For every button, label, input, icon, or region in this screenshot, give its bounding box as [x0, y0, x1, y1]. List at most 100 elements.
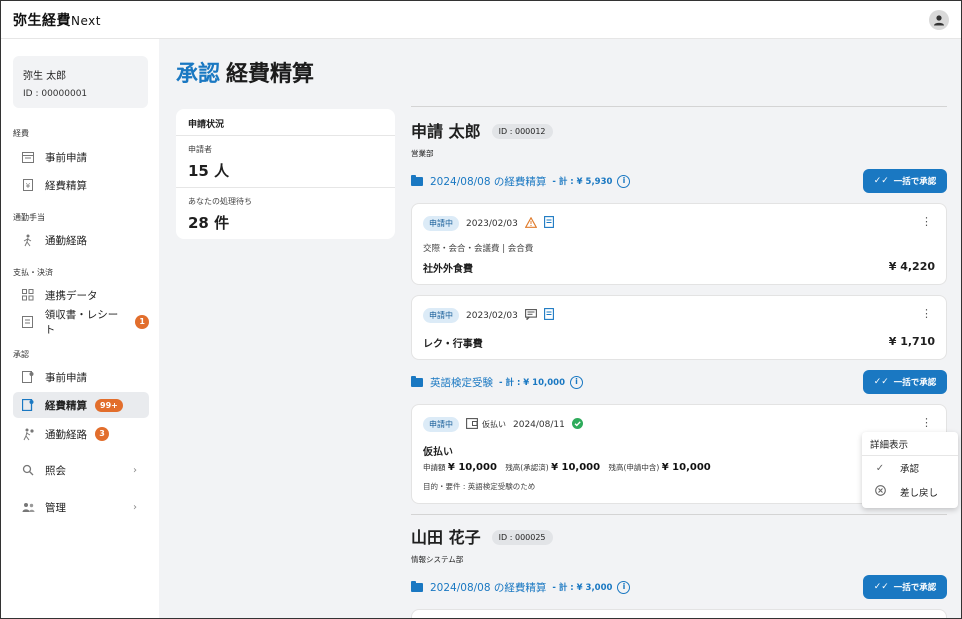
status-card-header: 申請状況: [176, 109, 395, 136]
approval-expense-badge: 99+: [95, 398, 123, 412]
kebab-menu-icon[interactable]: ⋮: [921, 308, 932, 319]
card-category: 交際・会合・会議費 | 会合費: [423, 244, 534, 254]
pending-balance-label: 残高(申請中含): [608, 463, 660, 472]
applicants-label: 申請者: [188, 145, 212, 154]
application-status-card: 申請状況 申請者 15 人 あなたの処理待ち 28 件: [176, 109, 395, 239]
info-icon[interactable]: i: [617, 580, 631, 594]
sidebar-item-label: 経費精算: [45, 179, 87, 192]
receipt-icon: [21, 315, 35, 329]
double-check-icon: ✓✓: [873, 582, 889, 592]
section-label-expense: 経費: [13, 129, 29, 138]
pending-value: 28 件: [188, 214, 230, 232]
requested-label: 申請額: [423, 463, 446, 472]
comment-icon: [524, 308, 537, 323]
user-name: 弥生 太郎: [23, 71, 67, 82]
document-yen-icon: ¥: [21, 178, 35, 192]
wallet-icon: [466, 417, 478, 432]
logo-main: 弥生経費: [13, 12, 71, 29]
menu-item-label: 承認: [900, 464, 920, 475]
section-label-payment: 支払・決済: [13, 268, 53, 277]
expense-card[interactable]: 申請中 2023/02/03 ⋮ レク・行事費 ¥ 1,710: [411, 295, 947, 360]
group-title[interactable]: 2024/08/08 の経費精算: [430, 174, 546, 189]
sidebar-item-pre-application[interactable]: 事前申請: [13, 144, 149, 170]
sidebar-item-label: 通勤経路: [45, 234, 87, 247]
bulk-approve-button[interactable]: ✓✓ 一括で承認: [863, 169, 947, 193]
person-name: 申請 太郎: [411, 122, 481, 141]
status-pending: あなたの処理待ち 28 件: [176, 187, 395, 238]
user-id: ID : 00000001: [23, 89, 88, 99]
sidebar-item-commute-route[interactable]: 通勤経路: [13, 227, 149, 253]
group-total: - 計 : ¥ 10,000: [499, 378, 565, 388]
approval-commute-badge: 3: [95, 427, 109, 441]
sidebar-item-inquiry[interactable]: 照会 ›: [13, 457, 149, 483]
person-name: 山田 花子: [411, 528, 481, 547]
sidebar-item-label: 事前申請: [45, 371, 87, 384]
menu-item-detail[interactable]: 詳細表示: [862, 432, 958, 456]
group-title[interactable]: 英語検定受験: [430, 375, 493, 390]
bulk-approve-button[interactable]: ✓✓ 一括で承認: [863, 575, 947, 599]
sidebar-item-label: 連携データ: [45, 289, 98, 302]
app-window: 弥生経費Next 弥生 太郎 ID : 00000001 経費 事前申請 ¥ 経…: [0, 0, 962, 619]
balance-line: 申請額 ¥ 10,000 残高(承認済) ¥ 10,000 残高(申請中含) ¥…: [423, 462, 711, 473]
double-check-icon: ✓✓: [873, 176, 889, 186]
card-meta: 申請中 2023/02/03: [423, 216, 554, 231]
card-context-menu: 詳細表示 ✓ 承認 差し戻し: [862, 432, 958, 508]
users-icon: [21, 500, 35, 514]
card-item-name: レク・行事費: [423, 339, 483, 350]
pending-balance-value: ¥ 10,000: [661, 462, 711, 473]
sidebar-item-label: 照会: [45, 464, 66, 477]
sidebar-item-approval-pre-application[interactable]: 事前申請: [13, 364, 149, 390]
card-date: 2023/02/03: [466, 218, 518, 229]
menu-item-label: 差し戻し: [900, 488, 939, 499]
app-logo[interactable]: 弥生経費Next: [13, 10, 101, 30]
kebab-menu-icon[interactable]: ⋮: [921, 417, 932, 428]
check-circle-icon: [571, 417, 583, 432]
kebab-menu-icon[interactable]: ⋮: [921, 216, 932, 227]
sidebar-item-label: 経費精算: [45, 399, 87, 412]
bulk-approve-button[interactable]: ✓✓ 一括で承認: [863, 370, 947, 394]
person-dept: 営業部: [411, 149, 434, 158]
person-header: 山田 花子 ID : 000025 情報システム部: [411, 524, 553, 565]
sidebar-item-admin[interactable]: 管理 ›: [13, 494, 149, 520]
approval-expense-icon: [21, 398, 35, 412]
menu-item-return[interactable]: 差し戻し: [862, 480, 958, 504]
info-icon[interactable]: i: [569, 375, 583, 389]
receipts-count-badge: 1: [135, 315, 149, 329]
card-date: 2024/08/11: [513, 419, 565, 430]
group-title[interactable]: 2024/08/08 の経費精算: [430, 580, 546, 595]
bulk-approve-label: 一括で承認: [893, 177, 937, 187]
account-avatar-icon[interactable]: [929, 10, 949, 30]
card-amount: ¥ 1,710: [888, 335, 935, 348]
approved-balance-value: ¥ 10,000: [551, 462, 601, 473]
info-icon[interactable]: i: [617, 174, 631, 188]
folder-icon: [411, 375, 423, 387]
status-chip: 申請中: [423, 216, 459, 231]
applicants-value: 15 人: [188, 162, 230, 180]
menu-item-approve[interactable]: ✓ 承認: [862, 456, 958, 480]
sidebar-item-linked-data[interactable]: 連携データ: [13, 282, 149, 308]
group-total: - 計 : ¥ 3,000: [552, 583, 613, 593]
sidebar-item-approval-expense[interactable]: 経費精算 99+: [13, 392, 149, 418]
expense-card[interactable]: 申請中 2023/02/03 ⋮ 交際・会合・会議費 | 会合費 社外外食費 ¥…: [411, 203, 947, 285]
page-title-text: 経費精算: [226, 62, 315, 87]
sidebar-item-receipts[interactable]: 領収書・レシート 1: [13, 309, 149, 336]
walking-person-icon: [21, 233, 35, 247]
requested-value: ¥ 10,000: [447, 462, 497, 473]
svg-text:¥: ¥: [26, 182, 31, 190]
sidebar-item-label: 事前申請: [45, 151, 87, 164]
expense-card[interactable]: [411, 609, 947, 618]
sidebar-item-label: 領収書・レシート: [44, 309, 119, 336]
check-icon: ✓: [875, 462, 885, 474]
search-icon: [21, 463, 35, 477]
status-applicants: 申請者 15 人: [176, 136, 395, 187]
group-total: - 計 : ¥ 5,930: [552, 177, 613, 187]
receipt-attached-icon: [543, 216, 554, 231]
section-label-approval: 承認: [13, 350, 29, 359]
sidebar-item-expense-report[interactable]: ¥ 経費精算: [13, 172, 149, 198]
folder-icon: [411, 580, 423, 592]
sidebar-item-approval-commute[interactable]: 通勤経路 3: [13, 421, 149, 447]
top-bar: 弥生経費Next: [1, 1, 961, 39]
double-check-icon: ✓✓: [873, 377, 889, 387]
card-meta: 申請中 2023/02/03: [423, 308, 554, 323]
cancel-circle-icon: [870, 485, 890, 499]
